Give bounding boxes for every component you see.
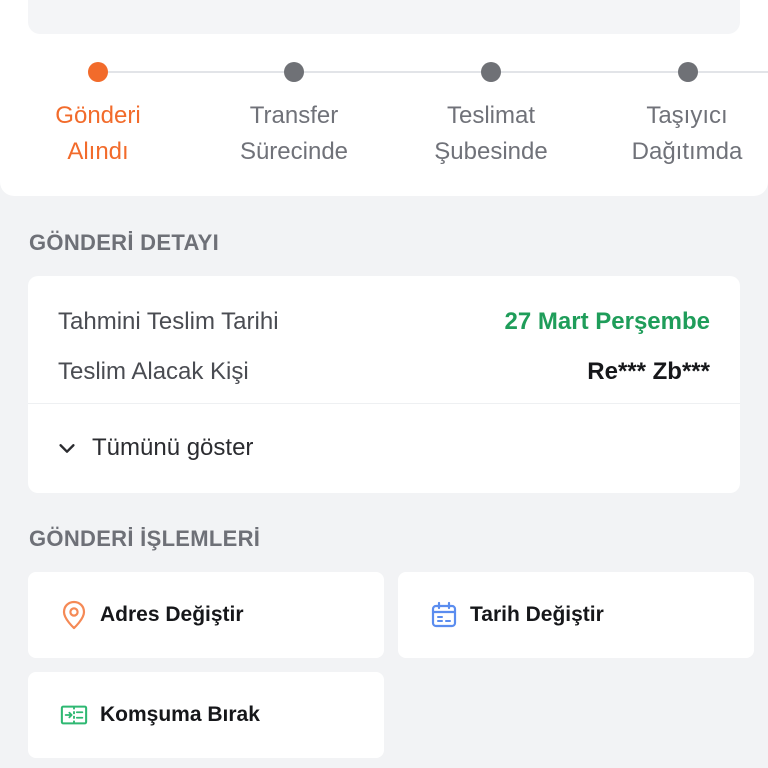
- recipient-label: Teslim Alacak Kişi: [58, 358, 249, 385]
- show-all-label: Tümünü göster: [92, 434, 254, 461]
- estimated-delivery-label: Tahmini Teslim Tarihi: [58, 308, 279, 335]
- location-pin-icon: [60, 600, 88, 630]
- tracking-header-strip: [28, 0, 740, 34]
- step-label-received: Gönderi Alındı: [55, 102, 141, 165]
- step-dot-received: [88, 62, 108, 82]
- progress-track: [98, 71, 685, 73]
- recipient-row: Teslim Alacak Kişi Re*** Zb***: [58, 352, 710, 392]
- chevron-down-icon: [59, 444, 75, 453]
- detail-divider: [28, 403, 740, 404]
- step-label-transfer: Transfer Sürecinde: [239, 102, 349, 165]
- change-date-label: Tarih Değiştir: [470, 603, 604, 626]
- change-address-label: Adres Değiştir: [100, 603, 244, 626]
- tracking-card: Gönderi Alındı Transfer Sürecinde Teslimat…: [0, 0, 768, 196]
- recipient-value: Re*** Zb***: [587, 358, 710, 385]
- estimated-delivery-value: 27 Mart Perşembe: [504, 308, 710, 335]
- shipment-detail-title: GÖNDERİ DETAYI: [29, 230, 220, 255]
- leave-with-neighbor-label: Komşuma Bırak: [100, 703, 260, 726]
- progress-track-overflow: [687, 71, 768, 73]
- calendar-icon: [430, 601, 458, 629]
- change-date-button[interactable]: Tarih Değiştir: [398, 572, 754, 658]
- step-label-branch: Teslimat Şubesinde: [434, 102, 548, 165]
- show-all-button[interactable]: Tümünü göster: [56, 430, 253, 466]
- estimated-delivery-row: Tahmini Teslim Tarihi 27 Mart Perşembe: [58, 302, 710, 342]
- step-dot-delivery: [678, 62, 698, 82]
- change-address-button[interactable]: Adres Değiştir: [28, 572, 384, 658]
- leave-with-neighbor-button[interactable]: Komşuma Bırak: [28, 672, 384, 758]
- step-label-delivery: Taşıyıcı Dağıtımda: [631, 102, 743, 165]
- shipment-actions-title: GÖNDERİ İŞLEMLERİ: [29, 526, 261, 551]
- step-dot-branch: [481, 62, 501, 82]
- neighbor-handoff-icon: [60, 701, 88, 729]
- step-dot-transfer: [284, 62, 304, 82]
